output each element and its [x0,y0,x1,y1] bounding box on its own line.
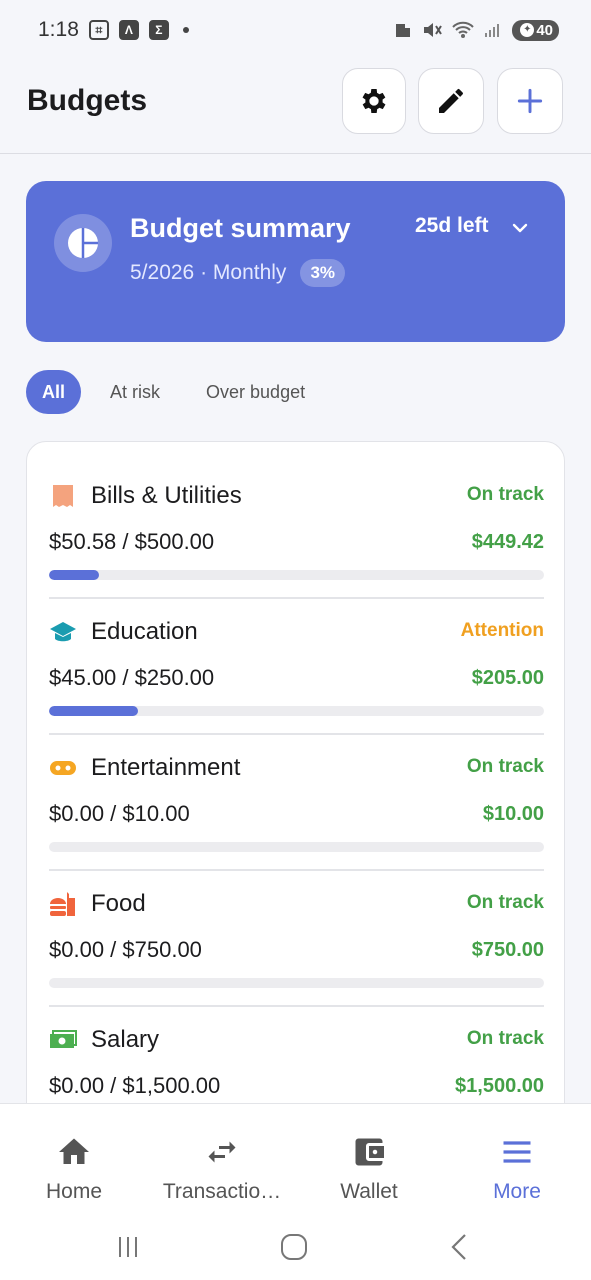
budget-item-amount: $0.00 / $10.00 [49,801,190,826]
filter-chip-all[interactable]: All [26,370,82,414]
nav-transactions[interactable]: Transactio… [148,1104,296,1214]
signal-icon [485,24,500,37]
summary-period: 5/2026 · Monthly [130,261,287,284]
budget-item-status: Attention [460,620,544,641]
notification-dot-icon [182,27,189,33]
receipt-icon [49,482,77,510]
status-time: 1:18 [38,18,79,41]
budget-item-name: Entertainment [91,754,241,781]
budget-item-food[interactable]: Food On track $0.00 / $750.00 $750.00 [49,850,544,988]
menu-icon [503,1141,531,1163]
filter-chip-at-risk[interactable]: At risk [95,370,175,414]
filter-chips: All At risk Over budget [26,370,320,414]
budget-list: Bills & Utilities On track $50.58 / $500… [26,441,565,1141]
nav-more[interactable]: More [443,1104,591,1214]
budget-item-name: Food [91,890,146,917]
budget-item-amount: $0.00 / $750.00 [49,937,202,962]
page-title: Budgets [27,84,147,117]
budget-item-salary[interactable]: Salary On track $0.00 / $1,500.00 $1,500… [49,986,544,1122]
pie-chart-icon [54,214,112,272]
nav-label: Home [45,1180,103,1203]
wifi-icon [452,21,475,38]
battery-level: 40 [536,21,553,39]
budget-item-bills-utilities[interactable]: Bills & Utilities On track $50.58 / $500… [49,442,544,580]
building-icon [396,24,411,37]
app-header: Budgets [0,60,591,154]
status-bar: 1:18 ⌗ Λ Σ ✦ 40 [0,0,591,60]
cash-icon [49,1026,77,1054]
bottom-nav: Home Transactio… Wallet More [0,1103,591,1213]
summary-percent-badge: 3% [300,259,346,287]
budget-item-name: Bills & Utilities [91,482,242,509]
graduation-cap-icon [49,618,77,646]
transfer-arrows-icon [208,1141,236,1163]
home-circle-icon [281,1234,307,1260]
budget-item-remaining: $1,500.00 [455,1075,544,1097]
summary-title: Budget summary [130,213,351,243]
leaf-icon: ✦ [520,23,535,37]
filter-chip-over-budget[interactable]: Over budget [191,370,320,414]
gamepad-icon [49,754,77,782]
mute-icon [424,23,443,37]
budget-item-amount: $45.00 / $250.00 [49,665,215,690]
plus-icon [517,88,543,114]
budget-item-name: Salary [91,1026,160,1053]
budget-item-remaining: $205.00 [471,667,544,689]
app-a-icon: Λ [118,20,139,40]
nav-label: Transactio… [162,1180,282,1203]
budget-item-status: On track [466,756,544,777]
home-icon [59,1138,89,1164]
budget-item-remaining: $10.00 [482,803,544,825]
summary-subtitle: 5/2026 · Monthly 3% [130,259,346,287]
back-button[interactable] [440,1227,480,1267]
chevron-down-icon[interactable] [508,216,532,240]
budget-item-status: On track [466,892,544,913]
nav-label: More [493,1180,541,1203]
budget-item-remaining: $750.00 [471,939,544,961]
system-nav-bar [0,1213,591,1280]
budget-item-status: On track [466,1028,544,1049]
budget-item-entertainment[interactable]: Entertainment On track $0.00 / $10.00 $1… [49,714,544,852]
recent-apps-button[interactable] [108,1227,148,1267]
budget-summary-card[interactable]: Budget summary 5/2026 · Monthly 3% 25d l… [26,181,565,342]
gear-icon [362,89,386,113]
burger-drink-icon [49,890,77,918]
battery-indicator: ✦ 40 [512,19,559,41]
recent-apps-icon [119,1237,137,1257]
edit-button[interactable] [418,68,484,134]
days-left: 25d left [415,214,489,237]
wallet-icon [355,1138,384,1166]
budget-item-education[interactable]: Education Attention $45.00 / $250.00 $20… [49,578,544,716]
nav-label: Wallet [340,1180,398,1203]
budget-item-amount: $0.00 / $1,500.00 [49,1073,221,1098]
budget-item-remaining: $449.42 [471,531,544,553]
settings-button[interactable] [342,68,406,134]
budget-item-amount: $50.58 / $500.00 [49,529,215,554]
nav-wallet[interactable]: Wallet [295,1104,443,1214]
add-budget-button[interactable] [497,68,563,134]
status-left: 1:18 ⌗ Λ Σ [38,18,189,42]
nav-home[interactable]: Home [0,1104,148,1214]
pencil-icon [439,88,463,113]
app-sigma-icon: Σ [148,20,169,40]
home-system-button[interactable] [274,1227,314,1267]
budget-item-name: Education [91,618,198,645]
status-right: ✦ 40 [394,19,559,41]
back-chevron-icon [451,1234,466,1260]
screenshot-icon: ⌗ [88,20,109,40]
budget-item-status: On track [466,484,544,505]
